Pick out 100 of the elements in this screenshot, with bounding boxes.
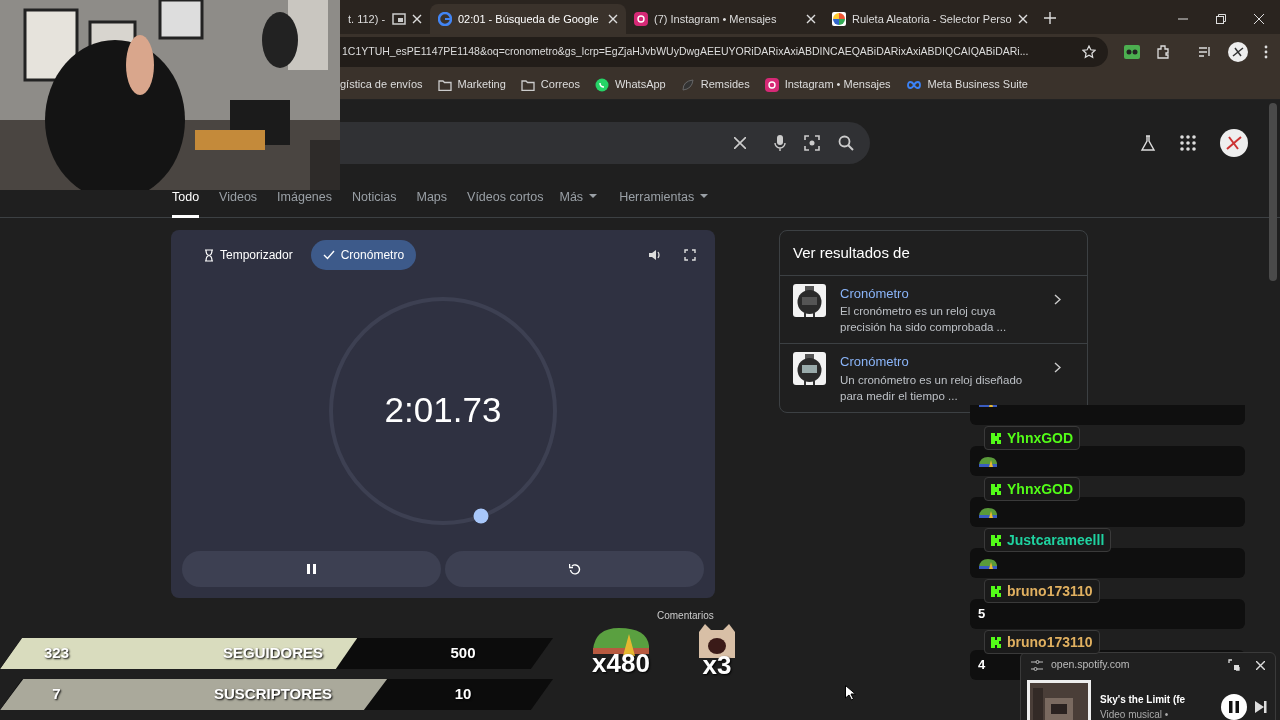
flask-icon[interactable] xyxy=(1140,135,1156,151)
pause-icon xyxy=(307,564,316,574)
bookmark[interactable]: Instagram • Mensajes xyxy=(764,76,891,93)
camera-search-icon[interactable] xyxy=(804,135,820,151)
frog-emote-icon xyxy=(978,506,998,518)
extensions-icon[interactable] xyxy=(1156,45,1170,59)
bookmark[interactable]: Correos xyxy=(520,76,580,93)
close-icon[interactable] xyxy=(1017,14,1028,24)
search-tab[interactable]: Imágenes xyxy=(277,186,332,218)
search-field[interactable] xyxy=(340,122,870,164)
plus-icon[interactable] xyxy=(1043,12,1056,24)
instagram-icon xyxy=(634,12,648,26)
goal-label: SUSCRIPTORES xyxy=(212,684,334,705)
username: YhnxGOD xyxy=(1007,428,1074,448)
frog-emote-icon xyxy=(978,557,998,569)
goal-target: 500 xyxy=(449,643,477,664)
result-title: Cronómetro xyxy=(840,284,910,303)
frog-emote-icon xyxy=(978,455,998,467)
result-item[interactable]: Cronómetro El cronómetro es un reloj cuya precisión ha sido comprobada ... xyxy=(780,275,1087,343)
bookmark[interactable]: Marketing xyxy=(437,76,506,93)
close-icon[interactable] xyxy=(1254,14,1264,24)
glasses-icon[interactable] xyxy=(1124,45,1140,59)
search-tab[interactable]: Herramientas xyxy=(619,186,709,218)
reset-icon xyxy=(568,563,581,575)
folder-icon xyxy=(520,78,535,91)
chevron-right-icon xyxy=(1054,362,1061,373)
google-icon xyxy=(438,12,452,26)
goal-current: 7 xyxy=(51,684,62,705)
search-tab[interactable]: Vídeos cortos xyxy=(467,186,544,218)
result-snippet: El cronómetro es un reloj cuya precisión ha sido comprobada ... xyxy=(840,304,1008,335)
chat-message: 5 xyxy=(970,599,1245,629)
check-icon xyxy=(322,250,335,260)
kick-logo-icon xyxy=(991,432,1001,444)
browser-tab[interactable]: 02:01 - Búsqueda de Google xyxy=(430,4,626,34)
kick-logo-icon xyxy=(991,585,1001,597)
mode-tab[interactable]: Cronómetro xyxy=(310,240,417,270)
username: bruno173110 xyxy=(1007,581,1093,601)
leaf-icon xyxy=(680,77,695,92)
scrollbar[interactable] xyxy=(1269,103,1277,281)
microphone-icon[interactable] xyxy=(774,135,786,151)
site-label: open.spotify.com xyxy=(1051,657,1130,673)
browser-tab[interactable]: (7) Instagram • Mensajes xyxy=(626,4,824,34)
time-display: 2:01.73 xyxy=(384,389,502,432)
username: Justcarameelll xyxy=(1007,530,1105,550)
kick-logo-icon xyxy=(991,483,1001,495)
restore-icon[interactable] xyxy=(1216,14,1226,24)
skip-next-icon[interactable] xyxy=(1255,701,1267,713)
bookmark[interactable]: Meta Business Suite xyxy=(905,76,1028,93)
panel-title: Ver resultados de xyxy=(780,231,1087,276)
search-tab[interactable]: Más xyxy=(559,186,598,218)
playlist-icon[interactable] xyxy=(1198,45,1212,59)
pause-icon[interactable] xyxy=(1221,694,1247,720)
search-tab[interactable]: Noticias xyxy=(352,186,397,218)
goal-current: 323 xyxy=(43,643,70,664)
result-snippet: Un cronómetro es un reloj diseñado para medir el tiempo ... xyxy=(840,372,1024,404)
username: bruno173110 xyxy=(1007,632,1093,652)
volume-icon[interactable] xyxy=(648,249,662,261)
search-tab[interactable]: Videos xyxy=(219,186,258,218)
star-icon[interactable] xyxy=(1082,45,1096,59)
emote-count: x480 xyxy=(592,650,650,676)
browser-tab[interactable]: Ruleta Aleatoria - Selector Perso xyxy=(824,4,1036,34)
mode-tab[interactable]: Temporizador xyxy=(192,240,305,270)
mouse-cursor-icon xyxy=(845,685,856,701)
expand-icon[interactable] xyxy=(1228,659,1240,671)
username: YhnxGOD xyxy=(1007,479,1074,499)
close-icon[interactable] xyxy=(412,14,422,24)
folder-icon xyxy=(437,78,452,91)
chevron-right-icon xyxy=(1054,293,1061,305)
track-title: Sky's the Limit (fe xyxy=(1100,693,1187,707)
instagram-icon xyxy=(764,77,779,92)
bookmark[interactable]: gística de envíos xyxy=(340,76,423,93)
close-icon[interactable] xyxy=(1256,660,1265,670)
result-title: Cronómetro xyxy=(840,353,910,371)
kick-logo-icon xyxy=(991,636,1001,648)
bookmark[interactable]: WhatsApp xyxy=(595,76,666,93)
emote-count: x3 xyxy=(702,652,732,678)
tune-icon xyxy=(1031,659,1043,671)
infinity-icon xyxy=(905,79,922,90)
profile-avatar-icon[interactable] xyxy=(1228,42,1248,62)
hourglass-icon xyxy=(204,248,214,262)
fullscreen-icon[interactable] xyxy=(684,249,696,261)
progress-dot xyxy=(473,507,490,524)
picture-in-picture-icon xyxy=(392,13,406,25)
track-subtitle: Video musical • xyxy=(1100,708,1170,720)
close-icon[interactable] xyxy=(608,14,618,24)
goal-label: SEGUIDORES xyxy=(222,643,324,664)
apps-grid-icon[interactable] xyxy=(1180,135,1196,151)
bookmark[interactable]: Remsides xyxy=(680,76,750,93)
close-icon[interactable] xyxy=(806,14,816,24)
search-tab[interactable]: Maps xyxy=(416,186,448,218)
search-icon[interactable] xyxy=(838,135,854,151)
address-bar[interactable]: 1C1YTUH_esPE1147PE1148&oq=cronometro&gs_lcrp=EgZjaHJvbWUyDwgAEEUYORiDARixAxiABDINCAEQABiDARixAxiABDIQCAIQABiDARi... xyxy=(340,37,1108,67)
profile-avatar-icon[interactable] xyxy=(1220,129,1248,157)
color-wheel-icon xyxy=(832,12,846,26)
browser-tab[interactable]: t. 112) - xyxy=(340,4,430,34)
whatsapp-icon xyxy=(595,77,609,92)
more-icon[interactable] xyxy=(1264,45,1268,59)
comments-label: Comentarios xyxy=(657,609,714,623)
clear-icon[interactable] xyxy=(734,137,746,149)
goal-target: 10 xyxy=(453,684,473,705)
